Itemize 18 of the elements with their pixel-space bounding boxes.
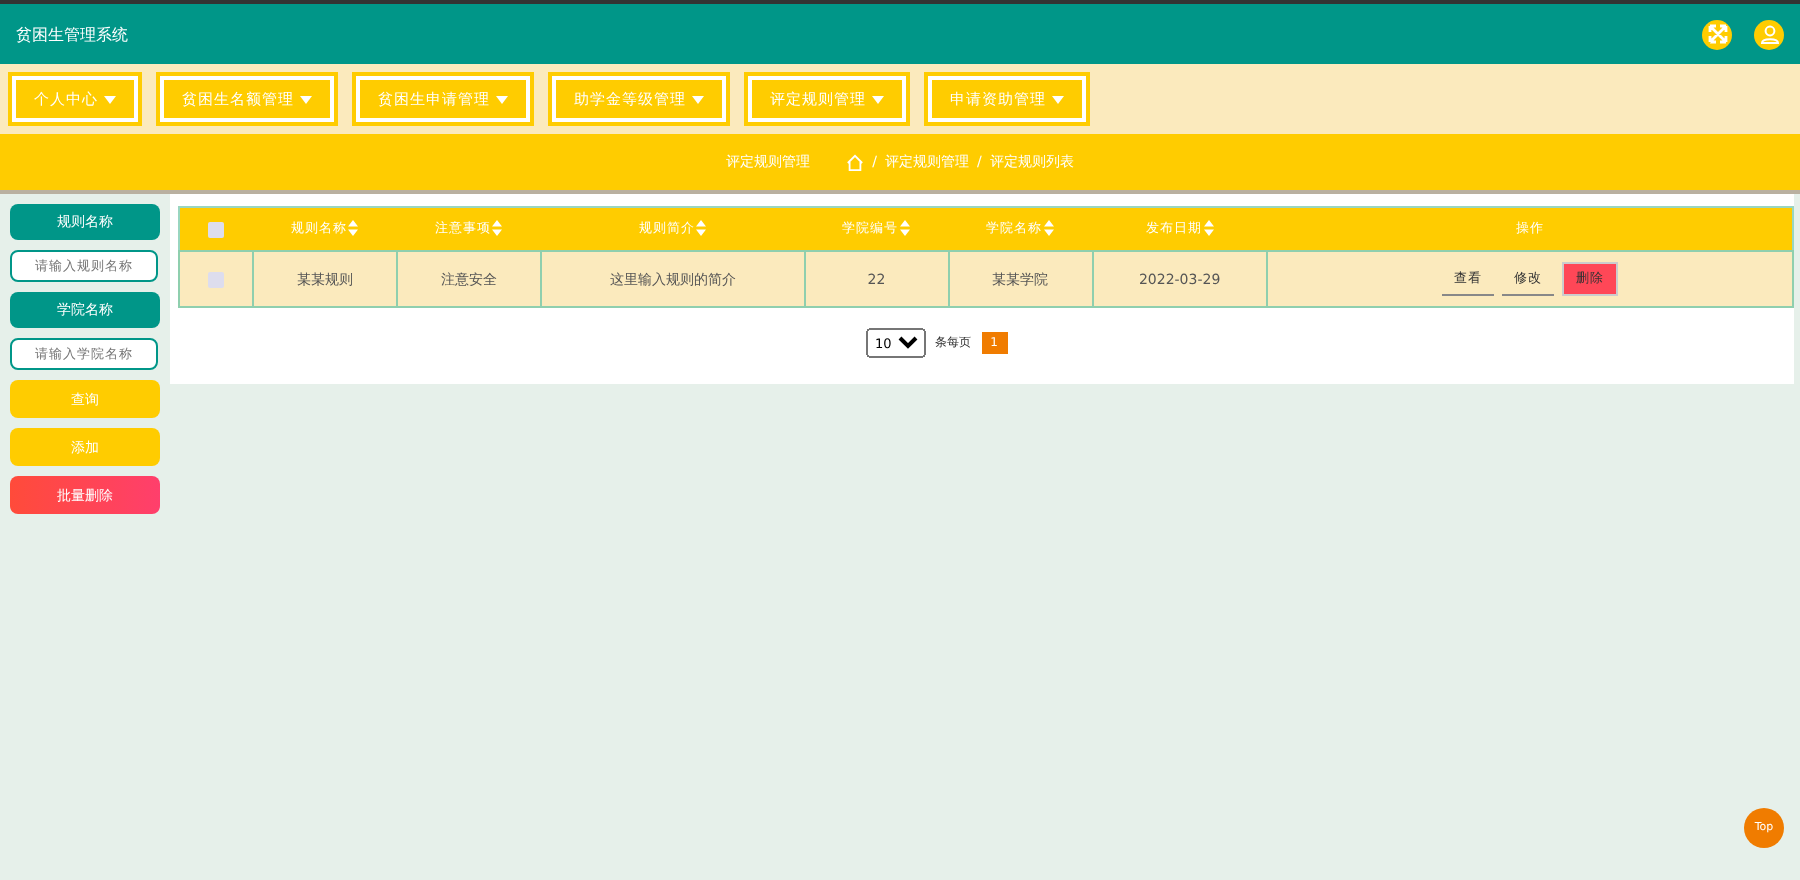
home-icon[interactable] (846, 153, 865, 171)
select-all-checkbox[interactable] (208, 221, 225, 238)
sort-icon[interactable] (1203, 220, 1214, 237)
caret-icon (692, 95, 704, 103)
caret-icon (872, 95, 884, 103)
caret-icon (104, 95, 116, 103)
sort-icon[interactable] (492, 220, 503, 237)
row-checkbox[interactable] (208, 271, 224, 288)
caret-icon (1052, 95, 1064, 103)
sort-icon[interactable] (696, 220, 707, 237)
caret-icon (300, 95, 312, 103)
app-title: 贫困生管理系统 (16, 23, 128, 45)
sort-icon[interactable] (1044, 220, 1055, 237)
expand-icon[interactable] (1702, 19, 1732, 49)
user-icon[interactable] (1754, 19, 1784, 49)
sort-icon[interactable] (900, 220, 911, 237)
sort-icon[interactable] (348, 220, 359, 237)
caret-icon (496, 95, 508, 103)
